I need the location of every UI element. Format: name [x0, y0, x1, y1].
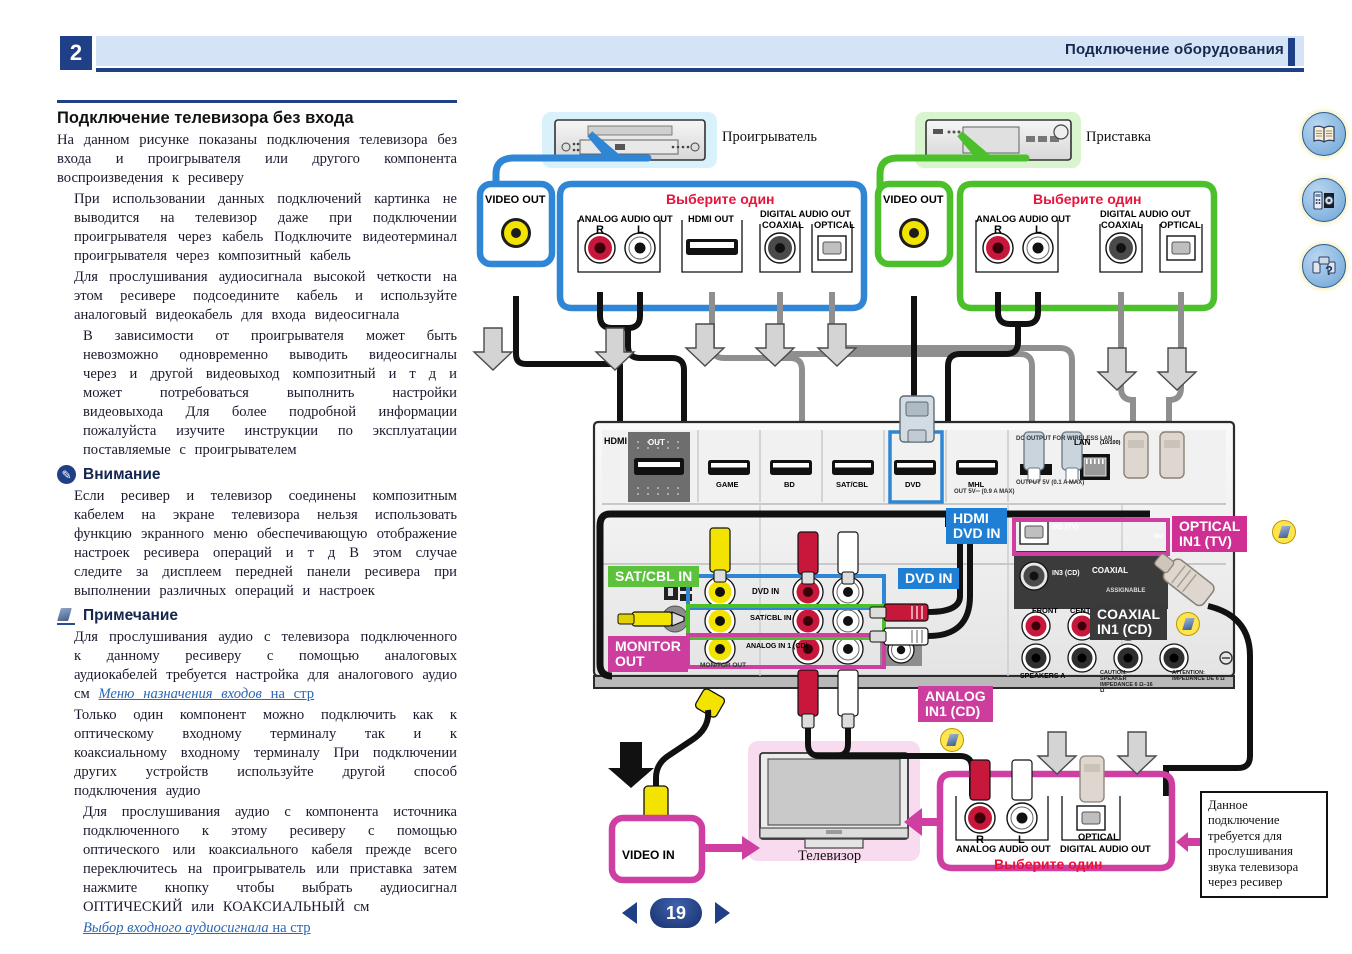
header-rule [96, 68, 1304, 72]
optical-in2-port-label: IN2 [1154, 534, 1164, 540]
lan-label: LAN [1074, 438, 1091, 447]
player-analog-title: ANALOG AUDIO OUT [578, 214, 673, 224]
note-item-1-tail: на стр [261, 686, 315, 703]
callout-coaxial-in1-cd: COAXIAL IN1 (CD) [1090, 604, 1167, 640]
bullet-3: В зависимости от проигрывателя может быт… [83, 327, 457, 458]
coaxial-in3-port-label: IN3 (CD) [1052, 570, 1080, 577]
settop-digital-title: DIGITAL AUDIO OUT [1100, 209, 1191, 219]
hdmi-mhl-sub: OUT 5V═ (0.9 A MAX) [954, 489, 1015, 495]
settop-jack-r: R [994, 224, 1002, 236]
player-optical-sub: OPTICAL [814, 220, 855, 230]
warning-icon: ✎ [57, 465, 76, 485]
tv-optical-sub: OPTICAL [1078, 832, 1119, 842]
pen-icon [57, 607, 76, 625]
page-title: Подключение телевизора без входа [57, 109, 354, 127]
pen-badge-optical [1272, 520, 1296, 544]
section-rule [57, 100, 457, 103]
settop-jack-l: L [1035, 224, 1042, 236]
receiver-hdmi-label: HDMI [604, 436, 627, 446]
settop-analog-title: ANALOG AUDIO OUT [976, 214, 1071, 224]
link-input-assign-menu[interactable]: Меню назначения входов [98, 686, 261, 702]
section-intro: На данном рисунке показаны подключения т… [57, 132, 457, 186]
settop-pick-one: Выберите один [1033, 191, 1142, 207]
page-header: 2 Подключение оборудования [0, 0, 1352, 90]
hdmi-port-out: OUT [648, 438, 665, 447]
connection-diagram: Проигрыватель Приставка Телевизор VIDEO … [460, 96, 1330, 898]
page-number: 19 [650, 898, 702, 928]
note-item-1: Для прослушивания аудио с телевизора под… [57, 628, 457, 704]
note-item-2: Только один компонент можно подключить к… [74, 707, 457, 800]
settop-caption: Приставка [1086, 129, 1151, 145]
prev-page-arrow[interactable] [622, 902, 637, 924]
hdmi-port-game: GAME [716, 480, 739, 489]
chapter-number: 2 [60, 36, 92, 70]
speaker-front-label: FRONT [1032, 606, 1058, 615]
hdmi-port-mhl: MHL [968, 480, 985, 489]
note-heading-label: Примечание [83, 607, 178, 625]
tv-video-in-label: VIDEO IN [622, 848, 675, 862]
player-coaxial-sub: COAXIAL [762, 220, 804, 230]
settop-coaxial-sub: COAXIAL [1101, 220, 1143, 230]
dc-output-sub: OUTPUT 5V (0.1 A MAX) [1016, 480, 1085, 486]
optical-in1-port-label: IN1 (TV) [1052, 524, 1079, 531]
tv-digital-title: DIGITAL AUDIO OUT [1060, 844, 1151, 854]
bullet-1: При использовании данных подключений кар… [74, 190, 457, 264]
speakers-bank-label: SPEAKERS A [1020, 673, 1066, 680]
warning-heading: ✎ Внимание [57, 465, 457, 485]
header-title: Подключение оборудования [1065, 41, 1284, 58]
assignable-label: ASSIGNABLE [1106, 588, 1146, 594]
caution-text-2: ATTENTION: IMPEDANCE DE 6 Ω [1172, 670, 1225, 683]
pen-badge-coaxial [1176, 612, 1200, 636]
tv-jack-r: R [976, 834, 984, 846]
warning-heading-label: Внимание [83, 465, 161, 483]
player-digital-title: DIGITAL AUDIO OUT [760, 209, 851, 219]
note-heading: Примечание [57, 607, 457, 625]
tv-caption: Телевизор [798, 848, 862, 864]
coaxial-block-label: COAXIAL [1092, 566, 1128, 575]
settop-video-out-label: VIDEO OUT [883, 194, 944, 206]
callout-dvd-in: DVD IN [898, 568, 960, 589]
row-label-analog-in1: ANALOG IN 1 (CD) [746, 643, 808, 650]
next-page-arrow[interactable] [715, 902, 730, 924]
hdmi-port-dvd: DVD [905, 480, 921, 489]
text-column: Подключение телевизора без входа На данн… [57, 100, 457, 940]
callout-analog-in1-cd: ANALOG IN1 (CD) [918, 686, 993, 722]
page-navigation: 19 [0, 898, 1352, 928]
player-video-out-label: VIDEO OUT [485, 194, 546, 206]
bullet-2: Для прослушивания аудиосигнала высокой ч… [74, 268, 457, 323]
player-caption: Проигрыватель [722, 129, 818, 145]
tv-jack-l: L [1018, 834, 1025, 846]
callout-hdmi-dvd-in: HDMI DVD IN [946, 508, 1008, 544]
player-jack-r: R [596, 224, 604, 236]
settop-optical-sub: OPTICAL [1160, 220, 1201, 230]
warning-text: Если ресивер и телевизор соединены компо… [74, 488, 457, 600]
pen-badge-analog [940, 728, 964, 752]
tv-analog-title: ANALOG AUDIO OUT [956, 844, 1051, 854]
callout-optical-in1-tv: OPTICAL IN1 (TV) [1172, 516, 1248, 552]
row-label-satcbl-in: SAT/CBL IN [750, 613, 792, 622]
caution-text-1: CAUTION: SPEAKER IMPEDANCE 6 Ω–16 Ω [1100, 670, 1153, 695]
manual-page: 2 Подключение оборудования Подключение т… [0, 0, 1352, 954]
tv-pick-one: Выберите один [994, 856, 1103, 872]
lan-sub: (10/100) [1100, 440, 1121, 446]
hdmi-port-satcbl: SAT/CBL [836, 480, 868, 489]
player-hdmi-title: HDMI OUT [688, 214, 734, 224]
monitor-out-port-label: MONITOR OUT [700, 662, 747, 669]
callout-sat-cbl-in: SAT/CBL IN [608, 566, 700, 587]
dc-output-wireless-label: DC OUTPUT FOR WIRELESS LAN [1016, 436, 1113, 442]
row-label-dvd-in: DVD IN [752, 587, 780, 596]
info-note-box: Данное подключение требуется для прослуш… [1200, 791, 1328, 898]
hdmi-port-bd: BD [784, 480, 795, 489]
player-jack-l: L [637, 224, 644, 236]
player-pick-one: Выберите один [666, 191, 775, 207]
header-tab-marker [1288, 38, 1295, 66]
callout-monitor-out: MONITOR OUT [608, 636, 688, 672]
